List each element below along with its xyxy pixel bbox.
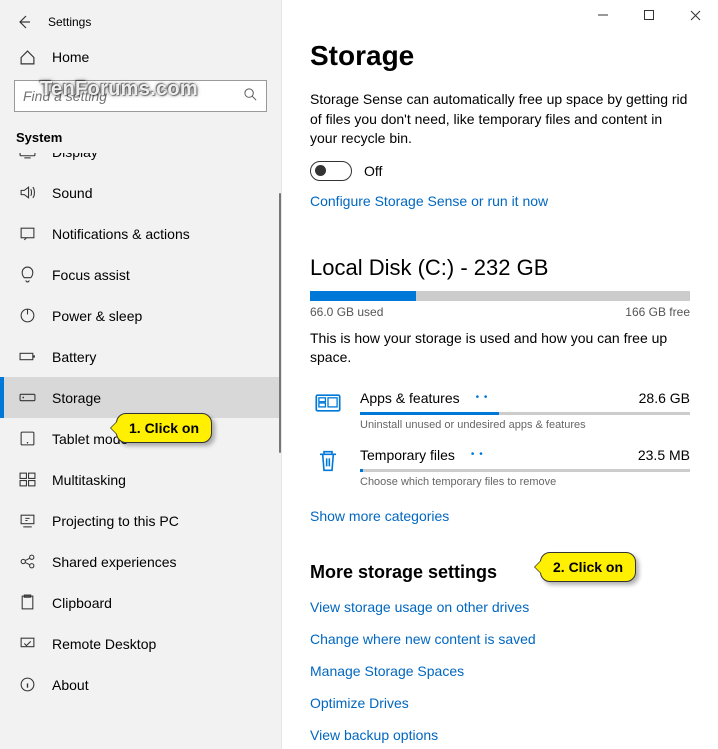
manage-storage-spaces-link[interactable]: Manage Storage Spaces	[310, 663, 690, 679]
sidebar-item-power-sleep[interactable]: Power & sleep	[0, 295, 281, 336]
scrollbar[interactable]	[279, 193, 281, 453]
sidebar-item-about[interactable]: About	[0, 664, 281, 705]
notifications-icon	[18, 225, 36, 243]
callout-2: 2. Click on	[540, 552, 636, 582]
change-save-location-link[interactable]: Change where new content is saved	[310, 631, 690, 647]
minimize-button[interactable]	[580, 0, 626, 30]
storage-category-apps[interactable]: Apps & features• • 28.6 GB Uninstall unu…	[310, 380, 690, 437]
disk-usage-labels: 66.0 GB used 166 GB free	[310, 305, 690, 319]
storage-category-sub: Choose which temporary files to remove	[360, 476, 690, 488]
sidebar-item-multitasking[interactable]: Multitasking	[0, 459, 281, 500]
disk-free-label: 166 GB free	[625, 305, 690, 319]
callout-1: 1. Click on	[116, 413, 212, 443]
sidebar-item-clipboard[interactable]: Clipboard	[0, 582, 281, 623]
toggle-label: Off	[364, 163, 382, 179]
storage-category-size: 23.5 MB	[638, 447, 690, 463]
view-backup-options-link[interactable]: View backup options	[310, 727, 690, 743]
storage-category-size: 28.6 GB	[639, 390, 690, 406]
sidebar-item-label: Power & sleep	[52, 308, 142, 324]
view-other-drives-link[interactable]: View storage usage on other drives	[310, 599, 690, 615]
sidebar-item-storage[interactable]: Storage	[0, 377, 281, 418]
multitasking-icon	[18, 471, 36, 489]
loading-dots-icon: • •	[476, 392, 489, 403]
close-button[interactable]	[672, 0, 718, 30]
disk-title: Local Disk (C:) - 232 GB	[310, 255, 690, 281]
sidebar-item-battery[interactable]: Battery	[0, 336, 281, 377]
trash-icon	[310, 447, 346, 488]
optimize-drives-link[interactable]: Optimize Drives	[310, 695, 690, 711]
projecting-icon	[18, 512, 36, 530]
storage-sense-toggle[interactable]	[310, 161, 352, 181]
sidebar-item-label: Storage	[52, 390, 101, 406]
section-label: System	[0, 120, 281, 153]
sidebar-item-label: Battery	[52, 349, 96, 365]
show-more-categories-link[interactable]: Show more categories	[310, 508, 449, 524]
tablet-icon	[18, 430, 36, 448]
sidebar-item-label: About	[52, 677, 89, 693]
sidebar-header: Settings	[0, 0, 281, 38]
page-title: Storage	[310, 40, 690, 72]
about-icon	[18, 676, 36, 694]
loading-dots-icon: • •	[471, 449, 484, 460]
sound-icon	[18, 184, 36, 202]
home-label: Home	[52, 49, 89, 65]
sidebar-item-label: Notifications & actions	[52, 226, 190, 242]
display-icon	[18, 153, 36, 161]
sidebar-item-remote-desktop[interactable]: Remote Desktop	[0, 623, 281, 664]
focus-assist-icon	[18, 266, 36, 284]
apps-icon	[310, 390, 346, 431]
sidebar-item-label: Projecting to this PC	[52, 513, 179, 529]
sidebar: Settings Home System Display	[0, 0, 282, 749]
sidebar-item-label: Clipboard	[52, 595, 112, 611]
sidebar-item-label: Focus assist	[52, 267, 130, 283]
titlebar	[282, 0, 718, 36]
shared-icon	[18, 553, 36, 571]
clipboard-icon	[18, 594, 36, 612]
search-icon	[243, 87, 258, 105]
remote-desktop-icon	[18, 635, 36, 653]
storage-category-temp[interactable]: Temporary files• • 23.5 MB Choose which …	[310, 437, 690, 494]
sidebar-item-label: Remote Desktop	[52, 636, 156, 652]
how-description: This is how your storage is used and how…	[310, 329, 690, 368]
search-input[interactable]	[23, 88, 243, 104]
arrow-left-icon	[16, 14, 32, 30]
sidebar-item-label: Sound	[52, 185, 92, 201]
sidebar-item-focus-assist[interactable]: Focus assist	[0, 254, 281, 295]
app-title: Settings	[48, 15, 91, 29]
back-button[interactable]	[4, 6, 44, 38]
sidebar-item-label: Shared experiences	[52, 554, 177, 570]
home-button[interactable]: Home	[0, 38, 281, 76]
storage-category-name: Apps & features• •	[360, 390, 488, 406]
storage-category-name: Temporary files• •	[360, 447, 484, 463]
search-box[interactable]	[14, 80, 267, 112]
sidebar-item-label: Multitasking	[52, 472, 126, 488]
sidebar-item-projecting[interactable]: Projecting to this PC	[0, 500, 281, 541]
sidebar-item-label: Display	[52, 153, 98, 160]
sidebar-item-display[interactable]: Display	[0, 153, 281, 172]
power-icon	[18, 307, 36, 325]
sidebar-item-sound[interactable]: Sound	[0, 172, 281, 213]
disk-used-label: 66.0 GB used	[310, 305, 383, 319]
storage-sense-description: Storage Sense can automatically free up …	[310, 90, 690, 149]
nav: Display Sound Notifications & actions Fo…	[0, 153, 281, 749]
main-pane: Storage Storage Sense can automatically …	[282, 0, 718, 749]
sidebar-item-shared-experiences[interactable]: Shared experiences	[0, 541, 281, 582]
home-icon	[18, 48, 36, 66]
storage-icon	[18, 389, 36, 407]
battery-icon	[18, 348, 36, 366]
configure-storage-sense-link[interactable]: Configure Storage Sense or run it now	[310, 193, 690, 209]
maximize-button[interactable]	[626, 0, 672, 30]
disk-usage-bar	[310, 291, 690, 301]
sidebar-item-notifications[interactable]: Notifications & actions	[0, 213, 281, 254]
storage-category-sub: Uninstall unused or undesired apps & fea…	[360, 419, 690, 431]
storage-sense-toggle-row: Off	[310, 161, 690, 181]
